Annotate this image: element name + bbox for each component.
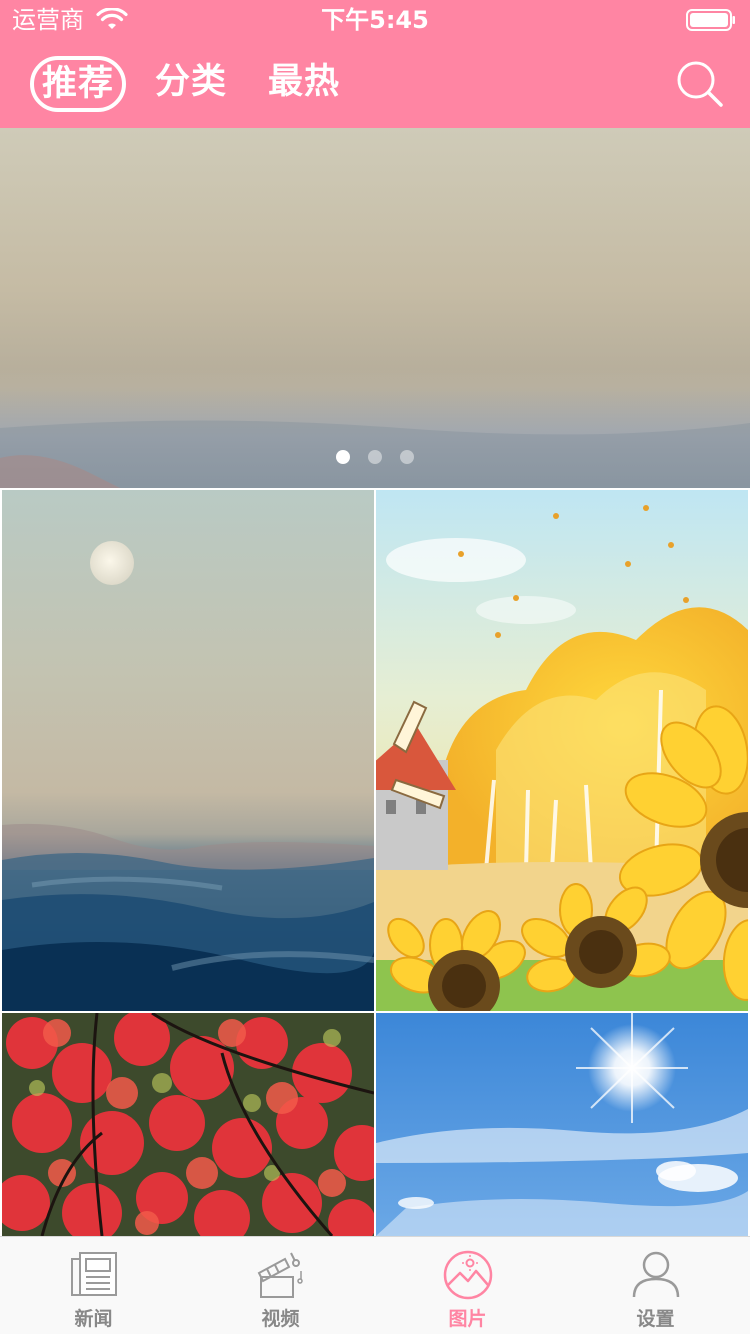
tab-bar-news[interactable]: 新闻 (0, 1237, 187, 1334)
newspaper-icon (71, 1252, 117, 1296)
tab-bar-video[interactable]: 视频 (187, 1237, 374, 1334)
tab-bar-label: 视频 (261, 1308, 300, 1330)
image-tile-sunflowers[interactable] (376, 490, 748, 1011)
battery-icon (686, 9, 735, 31)
tab-bar-label: 设置 (636, 1308, 675, 1330)
tab-recommend[interactable]: 推荐 (30, 56, 127, 112)
tab-hottest[interactable]: 最热 (268, 56, 340, 108)
moon-clouds-image (2, 490, 374, 1011)
tab-bar-settings[interactable]: 设置 (562, 1237, 749, 1334)
page-indicator (0, 450, 750, 466)
top-nav: 推荐 分类 最热 (0, 44, 750, 128)
tab-category[interactable]: 分类 (155, 56, 227, 108)
image-tile-sun-sky[interactable] (376, 1013, 748, 1236)
status-time: 下午5:45 (321, 6, 429, 34)
sun-sky-image (376, 1013, 748, 1236)
banner-image (0, 128, 750, 488)
person-icon (632, 1251, 680, 1298)
picture-icon (443, 1250, 493, 1300)
page-dot-2[interactable] (368, 450, 382, 464)
tab-bar-label: 新闻 (74, 1308, 113, 1330)
tab-bar-pictures[interactable]: 图片 (374, 1237, 561, 1334)
image-tile-maple-leaves[interactable] (2, 1013, 374, 1236)
status-bar: 运营商 下午5:45 (0, 0, 750, 40)
header: 运营商 下午5:45 推荐 分类 最热 (0, 0, 750, 128)
maple-leaves-image (2, 1013, 374, 1236)
page-dot-1[interactable] (336, 450, 350, 464)
sunflowers-image (376, 490, 748, 1011)
video-camera-icon (257, 1252, 303, 1298)
page-dot-3[interactable] (400, 450, 414, 464)
app-screen: 运营商 下午5:45 推荐 分类 最热 新闻 视频 图片 设置 (0, 0, 750, 1334)
image-grid (0, 488, 750, 1236)
bottom-tab-bar: 新闻 视频 图片 设置 (0, 1236, 750, 1334)
banner-carousel[interactable] (0, 128, 750, 488)
image-tile-moon-clouds[interactable] (2, 490, 374, 1011)
search-icon[interactable] (676, 60, 724, 108)
tab-bar-label: 图片 (448, 1308, 487, 1330)
